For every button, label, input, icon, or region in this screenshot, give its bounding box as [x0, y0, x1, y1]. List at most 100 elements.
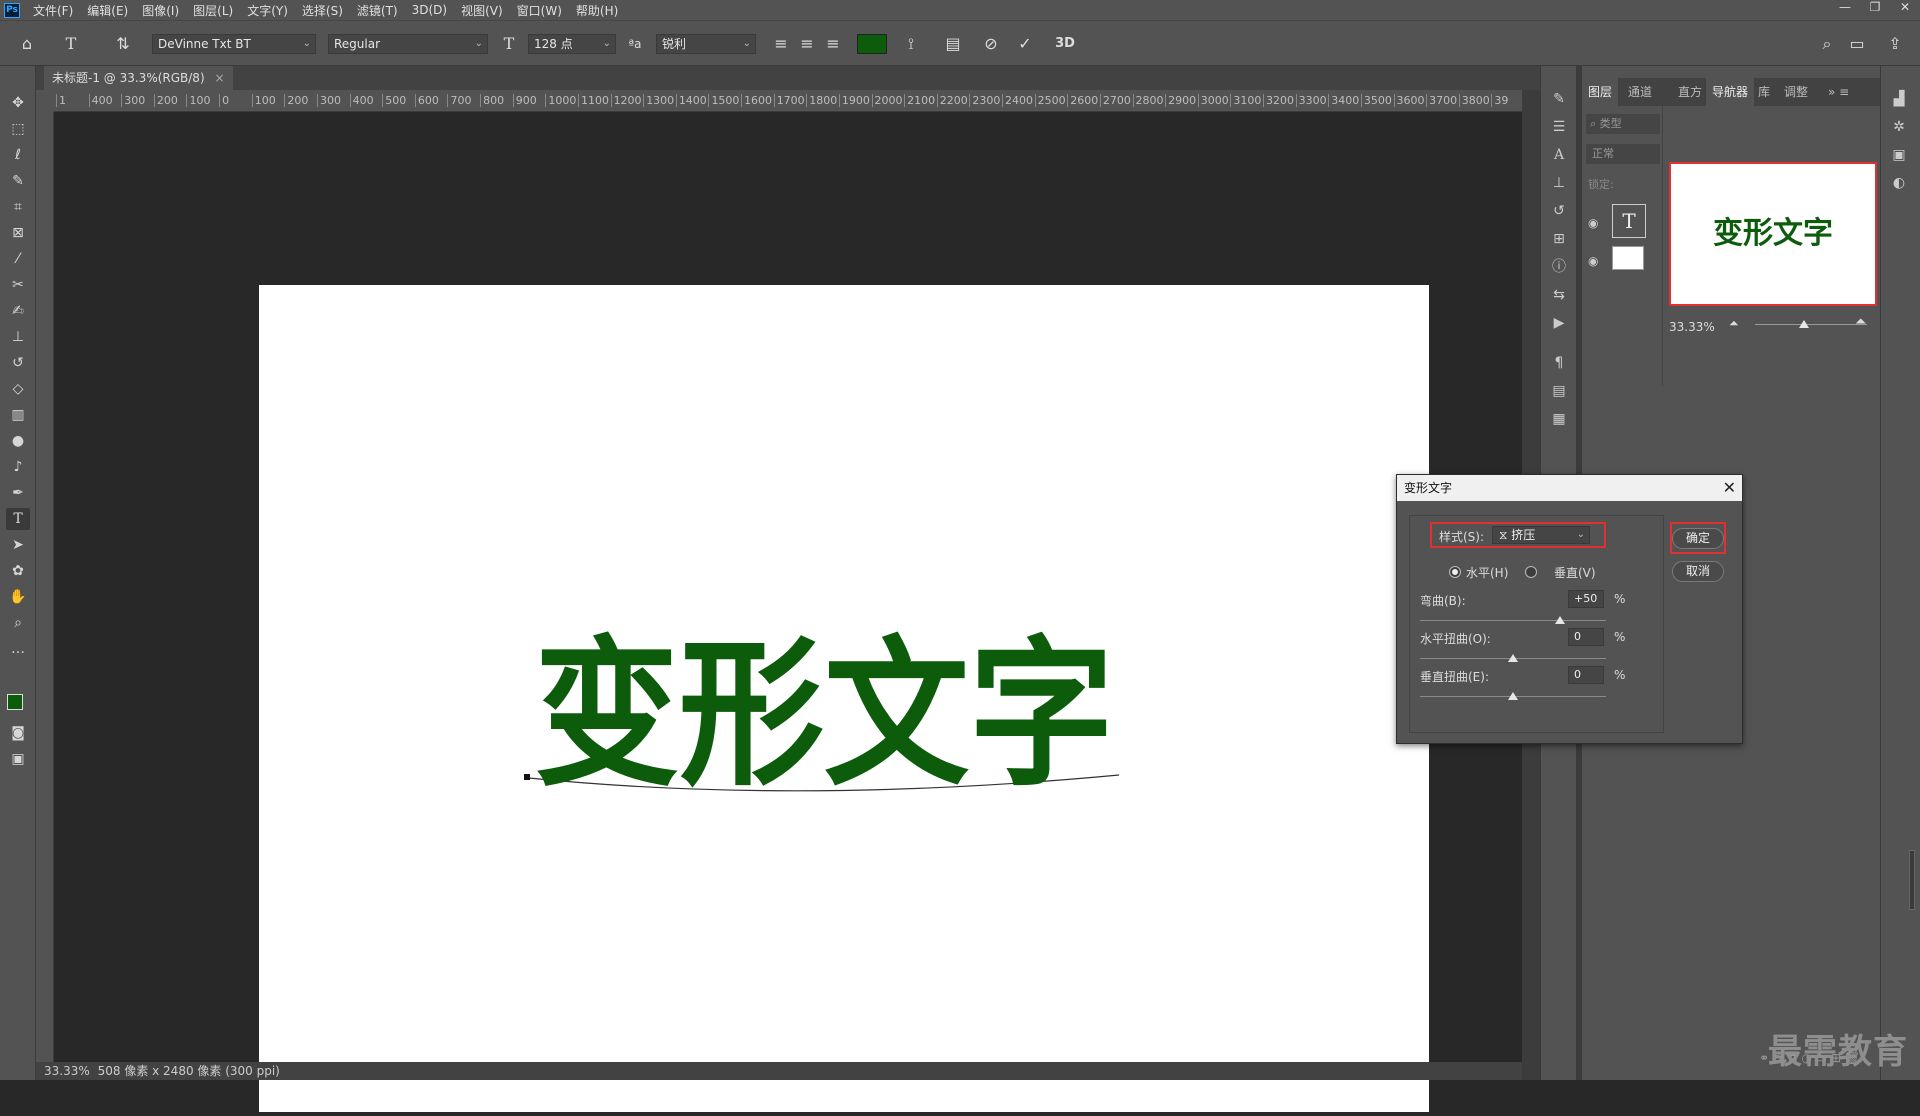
status-zoom[interactable]: 33.33%: [44, 1064, 90, 1078]
quick-select-tool-icon[interactable]: ✎: [6, 170, 30, 192]
text-layer-thumbnail[interactable]: T: [1612, 204, 1646, 238]
restore-button[interactable]: ❐: [1860, 0, 1890, 20]
clone-source-icon[interactable]: ⊥: [1547, 172, 1571, 194]
vertical-distortion-input[interactable]: 0: [1568, 666, 1604, 684]
move-tool-icon[interactable]: ✥: [6, 92, 30, 114]
commit-edit-icon[interactable]: ✓: [1014, 33, 1036, 55]
align-left-icon[interactable]: ≡: [770, 33, 792, 55]
workspace-icon[interactable]: ▭: [1846, 33, 1868, 55]
bend-input[interactable]: +50: [1568, 590, 1604, 608]
navigator-icon[interactable]: ✲: [1887, 116, 1911, 138]
tab-libraries[interactable]: 库: [1752, 78, 1776, 106]
dodge-tool-icon[interactable]: ♪: [6, 456, 30, 478]
minimize-button[interactable]: —: [1830, 0, 1860, 20]
gradient-tool-icon[interactable]: ▥: [6, 404, 30, 426]
horizontal-radio[interactable]: [1449, 566, 1461, 578]
menu-image[interactable]: 图像(I): [135, 2, 186, 19]
blur-tool-icon[interactable]: ●: [6, 430, 30, 452]
close-icon[interactable]: ✕: [1723, 475, 1736, 501]
paragraph-styles-icon[interactable]: ▤: [1547, 380, 1571, 402]
home-icon[interactable]: ⌂: [16, 33, 38, 55]
horizontal-distortion-thumb[interactable]: [1508, 654, 1518, 662]
actions-play-icon[interactable]: ▶: [1547, 312, 1571, 334]
stamp-tool-icon[interactable]: ⊥: [6, 326, 30, 348]
navigator-zoom-thumb[interactable]: [1799, 320, 1809, 328]
warped-text-layer[interactable]: 变形文字: [259, 285, 1429, 1112]
crop-tool-icon[interactable]: ⌗: [6, 196, 30, 218]
paragraph-icon[interactable]: ¶: [1547, 352, 1571, 374]
libraries-icon[interactable]: ▣: [1887, 144, 1911, 166]
eye-icon[interactable]: ◉: [1588, 216, 1598, 230]
channel-mixer-icon[interactable]: ⊞: [1547, 228, 1571, 250]
eraser-tool-icon[interactable]: ◇: [6, 378, 30, 400]
menu-edit[interactable]: 编辑(E): [80, 2, 135, 19]
warp-text-icon[interactable]: ⟟: [900, 33, 922, 55]
vertical-radio[interactable]: [1525, 566, 1537, 578]
lasso-tool-icon[interactable]: ℓ: [6, 144, 30, 166]
horizontal-distortion-input[interactable]: 0: [1568, 628, 1604, 646]
glyphs-icon[interactable]: ⇆: [1547, 284, 1571, 306]
menu-help[interactable]: 帮助(H): [569, 2, 625, 19]
eye-icon[interactable]: ◉: [1588, 254, 1598, 268]
navigator-preview[interactable]: 变形文字: [1669, 162, 1877, 306]
close-window-button[interactable]: ✕: [1890, 0, 1920, 20]
ok-button[interactable]: 确定: [1672, 528, 1724, 549]
navigator-zoom-value[interactable]: 33.33%: [1669, 320, 1715, 334]
font-size-select[interactable]: 128 点 ⌄: [528, 34, 616, 54]
zoom-out-icon[interactable]: ⏶: [1729, 316, 1739, 331]
zoom-tool-icon[interactable]: ⌕: [6, 612, 30, 634]
tab-navigator[interactable]: 导航器: [1706, 78, 1755, 106]
vertical-distortion-thumb[interactable]: [1508, 692, 1518, 700]
brush-settings-icon[interactable]: ✎: [1547, 88, 1571, 110]
menu-3d[interactable]: 3D(D): [405, 3, 454, 17]
align-center-icon[interactable]: ≡: [796, 33, 818, 55]
tab-histogram[interactable]: 直方: [1672, 78, 1708, 106]
cancel-edit-icon[interactable]: ⊘: [980, 33, 1002, 55]
frame-tool-icon[interactable]: ⊠: [6, 222, 30, 244]
info-icon[interactable]: ⓘ: [1547, 256, 1571, 278]
text-color-swatch[interactable]: [857, 34, 887, 54]
tab-channels[interactable]: 通道: [1622, 78, 1658, 106]
menu-file[interactable]: 文件(F): [26, 2, 80, 19]
menu-layer[interactable]: 图层(L): [186, 2, 240, 19]
navigator-zoom-slider[interactable]: [1755, 324, 1867, 325]
marquee-tool-icon[interactable]: ⬚: [6, 118, 30, 140]
canvas-area[interactable]: 变形文字: [54, 112, 1522, 1112]
font-style-select[interactable]: Regular ⌄: [328, 34, 488, 54]
panel-menu-icon[interactable]: » ≡: [1822, 78, 1855, 106]
document-canvas[interactable]: 变形文字: [259, 285, 1429, 1112]
character-icon[interactable]: A: [1547, 144, 1571, 166]
menu-window[interactable]: 窗口(W): [510, 2, 569, 19]
bend-slider[interactable]: [1420, 620, 1606, 621]
healing-tool-icon[interactable]: ✂: [6, 274, 30, 296]
properties-icon[interactable]: ☰: [1547, 116, 1571, 138]
close-tab-icon[interactable]: ×: [214, 71, 224, 85]
pen-tool-icon[interactable]: ✒: [6, 482, 30, 504]
histogram-icon[interactable]: ▟: [1887, 88, 1911, 110]
share-icon[interactable]: ⇪: [1884, 33, 1906, 55]
history-brush-tool-icon[interactable]: ↺: [6, 352, 30, 374]
search-icon[interactable]: ⌕: [1816, 33, 1838, 55]
tab-layers[interactable]: 图层: [1582, 78, 1619, 106]
3d-button[interactable]: 3D: [1054, 33, 1076, 55]
shape-tool-icon[interactable]: ✿: [6, 560, 30, 582]
toggle-text-orientation-icon[interactable]: ⇅: [112, 33, 134, 55]
quick-mask-icon[interactable]: ◙: [6, 722, 30, 744]
menu-view[interactable]: 视图(V): [454, 2, 510, 19]
path-select-tool-icon[interactable]: ➤: [6, 534, 30, 556]
more-tools-icon[interactable]: …: [6, 638, 30, 660]
type-tool-icon[interactable]: T: [6, 508, 30, 530]
zoom-in-icon[interactable]: ⏶: [1855, 314, 1866, 330]
blend-mode-select[interactable]: 正常: [1586, 144, 1660, 164]
eyedropper-tool-icon[interactable]: ⁄: [6, 248, 30, 270]
menu-filter[interactable]: 滤镜(T): [350, 2, 405, 19]
layer-filter-input[interactable]: ⌕ 类型: [1586, 114, 1660, 134]
history-icon[interactable]: ↺: [1547, 200, 1571, 222]
menu-select[interactable]: 选择(S): [295, 2, 350, 19]
tab-adjustments[interactable]: 调整: [1778, 78, 1814, 106]
notes-icon[interactable]: ▦: [1547, 408, 1571, 430]
hand-tool-icon[interactable]: ✋: [6, 586, 30, 608]
brush-tool-icon[interactable]: ✍: [6, 300, 30, 322]
style-select[interactable]: ⧖ 挤压 ⌄: [1492, 526, 1590, 544]
align-right-icon[interactable]: ≡: [822, 33, 844, 55]
